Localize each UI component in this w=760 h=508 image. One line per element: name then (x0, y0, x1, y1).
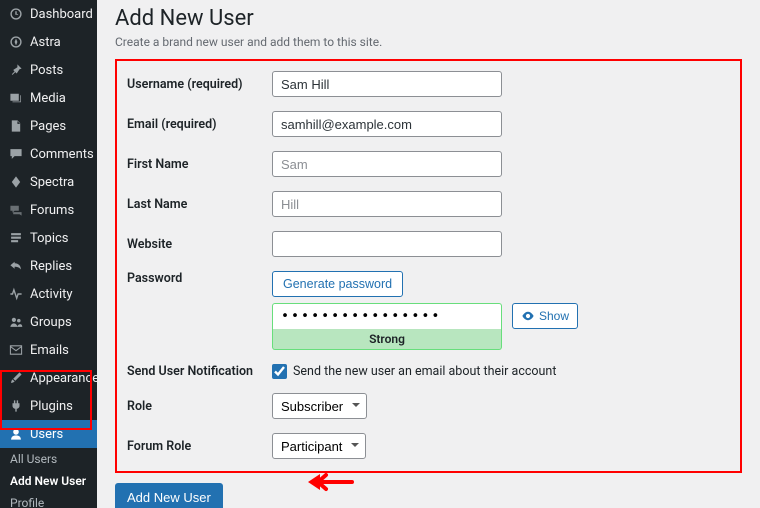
sidebar-label: Activity (30, 287, 73, 302)
sidebar-item-forums[interactable]: Forums (0, 196, 97, 224)
spectra-icon (8, 174, 24, 190)
sidebar-sub-all-users[interactable]: All Users (0, 448, 97, 470)
sidebar-sub-profile[interactable]: Profile (0, 492, 97, 508)
notify-label: Send User Notification (127, 364, 272, 379)
sidebar-label: Posts (30, 63, 63, 78)
sidebar-item-replies[interactable]: Replies (0, 252, 97, 280)
submenu-label: All Users (10, 452, 57, 466)
website-input[interactable] (272, 231, 502, 257)
sidebar-label: Users (30, 427, 63, 442)
eye-icon (521, 309, 535, 323)
comment-icon (8, 146, 24, 162)
role-select[interactable]: Subscriber (272, 393, 367, 419)
sidebar-item-activity[interactable]: Activity (0, 280, 97, 308)
firstname-input[interactable] (272, 151, 502, 177)
admin-sidebar: Dashboard Astra Posts Media Pages Commen… (0, 0, 97, 508)
sidebar-label: Pages (30, 119, 66, 134)
sidebar-item-media[interactable]: Media (0, 84, 97, 112)
sidebar-label: Topics (30, 231, 69, 246)
email-label: Email (required) (127, 117, 272, 132)
forum-role-select[interactable]: Participant (272, 433, 366, 459)
sidebar-item-emails[interactable]: Emails (0, 336, 97, 364)
sidebar-item-spectra[interactable]: Spectra (0, 168, 97, 196)
sidebar-item-users[interactable]: Users (0, 420, 97, 448)
activity-icon (8, 286, 24, 302)
sidebar-item-topics[interactable]: Topics (0, 224, 97, 252)
sidebar-label: Groups (30, 315, 72, 330)
sidebar-label: Plugins (30, 399, 73, 414)
sidebar-label: Appearance (30, 371, 97, 386)
submenu-label: Add New User (10, 474, 86, 488)
generate-password-button[interactable]: Generate password (272, 271, 403, 297)
astra-icon (8, 34, 24, 50)
user-icon (8, 426, 24, 442)
website-label: Website (127, 237, 272, 252)
password-strength: Strong (272, 329, 502, 350)
pin-icon (8, 62, 24, 78)
notify-checkbox-label: Send the new user an email about their a… (293, 364, 556, 379)
sidebar-label: Dashboard (30, 7, 93, 22)
replies-icon (8, 258, 24, 274)
sidebar-item-astra[interactable]: Astra (0, 28, 97, 56)
lastname-label: Last Name (127, 197, 272, 212)
sidebar-item-posts[interactable]: Posts (0, 56, 97, 84)
annotation-arrow-icon (304, 470, 354, 494)
sidebar-label: Comments (30, 147, 94, 162)
sidebar-label: Emails (30, 343, 69, 358)
sidebar-item-pages[interactable]: Pages (0, 112, 97, 140)
submenu-label: Profile (10, 496, 44, 508)
sidebar-label: Media (30, 91, 66, 106)
media-icon (8, 90, 24, 106)
sidebar-item-appearance[interactable]: Appearance (0, 364, 97, 392)
main-content: Add New User Create a brand new user and… (97, 0, 760, 508)
sidebar-item-comments[interactable]: Comments (0, 140, 97, 168)
email-input[interactable] (272, 111, 502, 137)
sidebar-label: Astra (30, 35, 61, 50)
add-new-user-button[interactable]: Add New User (115, 483, 223, 508)
groups-icon (8, 314, 24, 330)
email-icon (8, 342, 24, 358)
password-label: Password (127, 271, 272, 286)
lastname-input[interactable] (272, 191, 502, 217)
brush-icon (8, 370, 24, 386)
topics-icon (8, 230, 24, 246)
sidebar-sub-add-new-user[interactable]: Add New User (0, 470, 97, 492)
password-input[interactable] (272, 303, 502, 329)
show-password-button[interactable]: Show (512, 303, 578, 329)
annotation-highlight-form: Username (required) Email (required) Fir… (115, 59, 742, 473)
firstname-label: First Name (127, 157, 272, 172)
page-title: Add New User (115, 6, 742, 31)
forums-icon (8, 202, 24, 218)
forum-role-label: Forum Role (127, 439, 272, 454)
role-label: Role (127, 399, 272, 414)
username-label: Username (required) (127, 77, 272, 92)
show-label: Show (539, 309, 569, 323)
sidebar-label: Forums (30, 203, 74, 218)
page-icon (8, 118, 24, 134)
sidebar-label: Spectra (30, 175, 74, 190)
dashboard-icon (8, 6, 24, 22)
sidebar-item-groups[interactable]: Groups (0, 308, 97, 336)
username-input[interactable] (272, 71, 502, 97)
plugin-icon (8, 398, 24, 414)
notify-checkbox[interactable] (272, 364, 287, 379)
sidebar-label: Replies (30, 259, 72, 274)
page-description: Create a brand new user and add them to … (115, 35, 742, 49)
sidebar-item-dashboard[interactable]: Dashboard (0, 0, 97, 28)
sidebar-item-plugins[interactable]: Plugins (0, 392, 97, 420)
notify-checkbox-row[interactable]: Send the new user an email about their a… (272, 364, 730, 379)
